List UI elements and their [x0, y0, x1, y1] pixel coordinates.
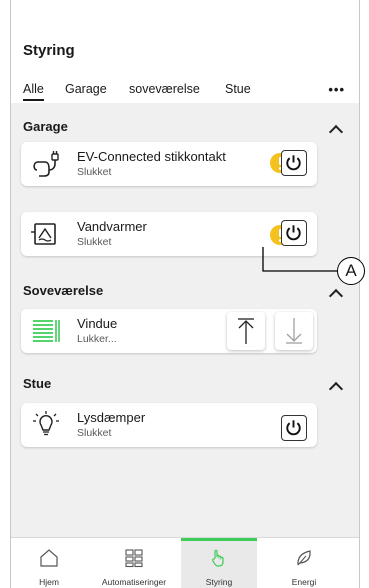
- callout-leader-line: [262, 247, 337, 272]
- callout-label: A: [337, 257, 365, 285]
